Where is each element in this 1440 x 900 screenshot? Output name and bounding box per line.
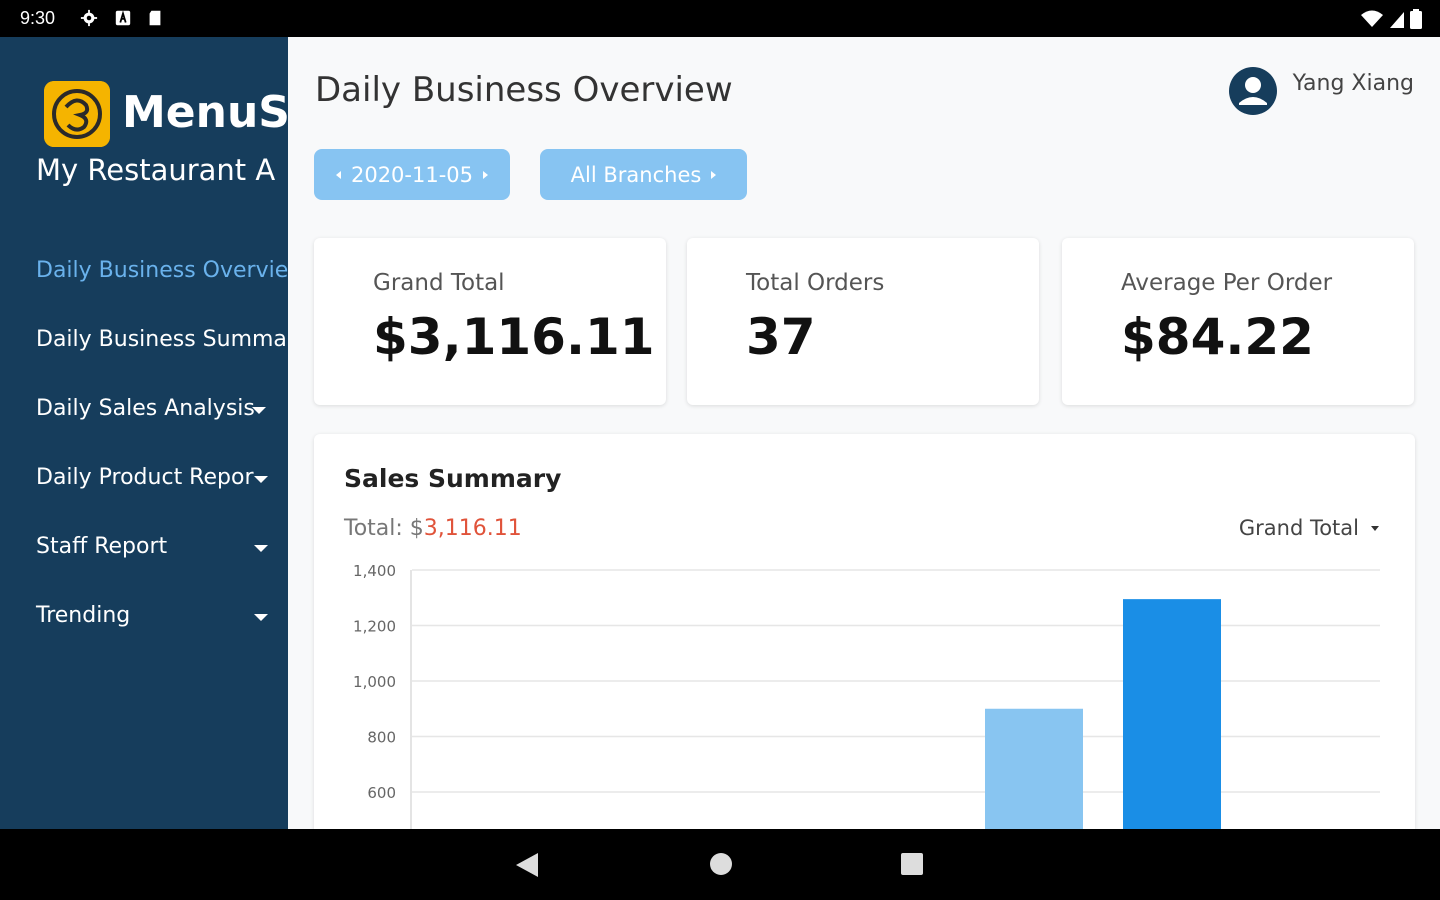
sidebar-item-daily-sales-analysis[interactable]: Daily Sales Analysis xyxy=(36,389,288,458)
chart-bar[interactable] xyxy=(1123,599,1221,829)
settings-icon xyxy=(80,9,98,27)
system-nav-bar xyxy=(0,829,1440,900)
sidebar-item-label: Daily Sales Analysis xyxy=(36,396,255,421)
sidebar-item-label: Staff Report xyxy=(36,534,168,559)
chevron-down-icon xyxy=(254,476,268,483)
sidebar-item-daily-business-overview[interactable]: Daily Business Overvie xyxy=(36,251,288,320)
next-date-icon[interactable] xyxy=(483,170,489,179)
user-name: Yang Xiang xyxy=(1292,71,1414,96)
sidebar: MenuSi My Restaurant A Daily Business Ov… xyxy=(0,37,288,829)
kpi-label: Average Per Order xyxy=(1121,270,1333,296)
back-icon[interactable] xyxy=(514,851,540,879)
sidebar-item-label: Daily Product Repor xyxy=(36,465,254,490)
chart-y-tick-label: 1,000 xyxy=(353,673,396,691)
wifi-icon xyxy=(1361,10,1383,27)
chart-y-tick-label: 800 xyxy=(367,729,396,747)
previous-date-icon[interactable] xyxy=(335,170,341,179)
status-bar: 9:30 xyxy=(0,0,1440,37)
metric-select[interactable]: Grand Total xyxy=(1239,516,1379,540)
kpi-label: Grand Total xyxy=(373,270,505,296)
kpi-value: $3,116.11 xyxy=(373,308,655,366)
sidebar-item-daily-business-summary[interactable]: Daily Business Summa xyxy=(36,320,288,389)
sd-card-icon xyxy=(149,10,161,26)
status-time: 9:30 xyxy=(20,8,56,28)
chart-bar[interactable] xyxy=(985,708,1083,829)
kpi-card-total-orders: Total Orders 37 xyxy=(687,238,1039,405)
recents-icon[interactable] xyxy=(900,852,924,876)
chart-y-tick-label: 1,200 xyxy=(353,618,396,636)
sidebar-nav: Daily Business Overvie Daily Business Su… xyxy=(36,251,288,665)
restaurant-name: My Restaurant A xyxy=(36,153,276,187)
date-value: 2020-11-05 xyxy=(350,162,474,187)
page-title: Daily Business Overview xyxy=(315,70,733,110)
total-label: Total: $ xyxy=(344,516,424,541)
kpi-value: 37 xyxy=(746,308,816,366)
sales-summary-card: 1,400 1,200 1,000 800 600 Sales Summary Tota… xyxy=(314,434,1415,829)
battery-icon xyxy=(1410,9,1422,29)
sales-chart: 1,400 1,200 1,000 800 600 xyxy=(353,562,1380,829)
main-content: Daily Business Overview Yang Xiang 2020-… xyxy=(288,37,1440,829)
dropdown-arrow-icon xyxy=(711,170,717,179)
kpi-label: Total Orders xyxy=(746,270,885,296)
chart-y-tick-label: 600 xyxy=(367,784,396,802)
signal-icon xyxy=(1390,12,1404,28)
chart-y-tick-label: 1,400 xyxy=(353,562,396,580)
metric-value: Grand Total xyxy=(1238,516,1359,540)
sidebar-item-label: Daily Business Overvie xyxy=(36,258,288,283)
home-icon[interactable] xyxy=(708,851,734,877)
chevron-down-icon xyxy=(1371,525,1379,531)
brand-logo-icon xyxy=(44,81,110,147)
sidebar-item-staff-report[interactable]: Staff Report xyxy=(36,527,288,596)
notification-a-icon xyxy=(115,10,131,26)
kpi-value: $84.22 xyxy=(1121,308,1314,366)
date-picker-button[interactable]: 2020-11-05 xyxy=(314,149,510,200)
user-profile[interactable]: Yang Xiang xyxy=(1227,65,1414,117)
chevron-down-icon xyxy=(252,407,266,414)
chevron-down-icon xyxy=(254,545,268,552)
sidebar-item-label: Trending xyxy=(36,603,131,628)
brand-name: MenuSi xyxy=(122,87,288,138)
chevron-down-icon xyxy=(254,614,268,621)
total-amount: 3,116.11 xyxy=(423,516,522,541)
branch-value: All Branches xyxy=(570,162,702,187)
sales-summary-title: Sales Summary xyxy=(344,464,562,493)
sales-summary-total: Total: $3,116.11 xyxy=(344,516,522,541)
sidebar-item-daily-product-report[interactable]: Daily Product Repor xyxy=(36,458,288,527)
branch-select-button[interactable]: All Branches xyxy=(540,149,747,200)
sidebar-item-trending[interactable]: Trending xyxy=(36,596,288,665)
user-avatar-icon xyxy=(1228,67,1277,115)
kpi-card-grand-total: Grand Total $3,116.11 xyxy=(314,238,666,405)
kpi-card-average-per-order: Average Per Order $84.22 xyxy=(1062,238,1414,405)
sidebar-item-label: Daily Business Summa xyxy=(36,327,287,352)
